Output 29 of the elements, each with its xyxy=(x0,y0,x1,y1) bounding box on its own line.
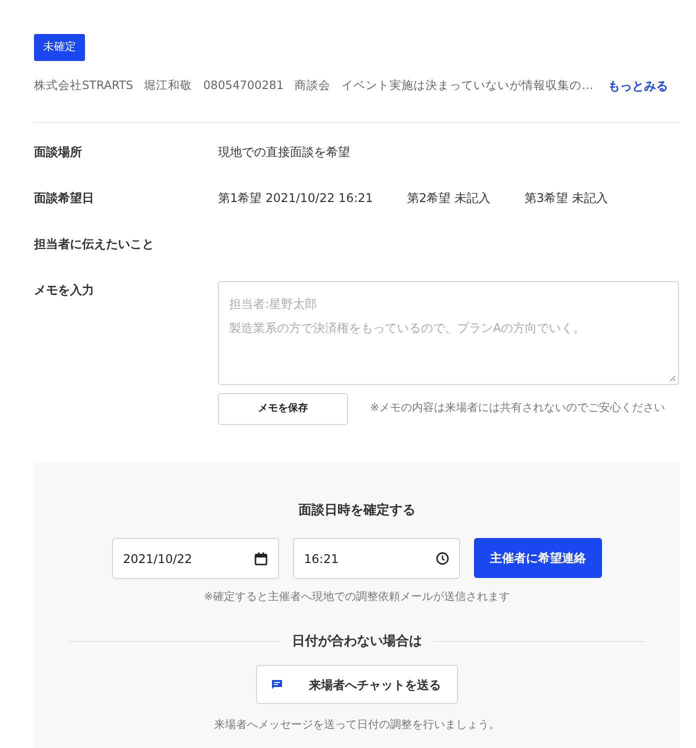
field-value: 第2希望 未記入 xyxy=(407,190,490,206)
summary-text: イベント実施は決まっていないが情報収集の… xyxy=(342,76,594,94)
status-badge: 未確定 xyxy=(34,34,85,60)
more-link[interactable]: もっとみる xyxy=(608,76,668,94)
field-label: 面談希望日 xyxy=(34,190,95,206)
summary-text: 堀江和敬 xyxy=(144,76,192,94)
submit-button[interactable]: 主催者に希望連絡 xyxy=(474,538,602,578)
summary-text: 商談会 xyxy=(294,76,331,94)
chat-button[interactable]: 来場者へチャットを送る xyxy=(256,665,458,704)
chat-note: 来場者へメッセージを送って日付の調整を行いましょう。 xyxy=(214,717,500,733)
section-title: 面談日時を確定する xyxy=(298,502,416,520)
field-value: 現地での直接面談を希望 xyxy=(218,144,350,160)
field-label: 担当者に伝えたいこと xyxy=(34,236,155,252)
field-value: 第3希望 未記入 xyxy=(524,190,608,206)
field-value: 第1希望 2021/10/22 16:21 xyxy=(218,190,374,206)
chat-icon xyxy=(271,678,283,690)
confirm-note: ※確定すると主催者へ現地での調整依頼メールが送信されます xyxy=(204,589,510,605)
summary-text: 株式会社STRARTS xyxy=(34,76,134,94)
summary-text: 08054700281 xyxy=(203,76,284,94)
save-memo-button[interactable]: メモを保存 xyxy=(218,392,348,424)
memo-note: ※メモの内容は来場者には共有されないのでご安心ください xyxy=(370,400,666,416)
time-field[interactable]: 16:21 xyxy=(293,538,460,579)
field-label: 面談場所 xyxy=(34,144,83,160)
section-heading: 日付が合わない場合は xyxy=(292,632,422,650)
field-label: メモを入力 xyxy=(34,282,95,298)
calendar-icon xyxy=(254,552,268,566)
resize-handle-icon[interactable] xyxy=(669,374,676,382)
clock-icon xyxy=(436,552,449,565)
date-field[interactable]: 2021/10/22 xyxy=(112,538,279,579)
